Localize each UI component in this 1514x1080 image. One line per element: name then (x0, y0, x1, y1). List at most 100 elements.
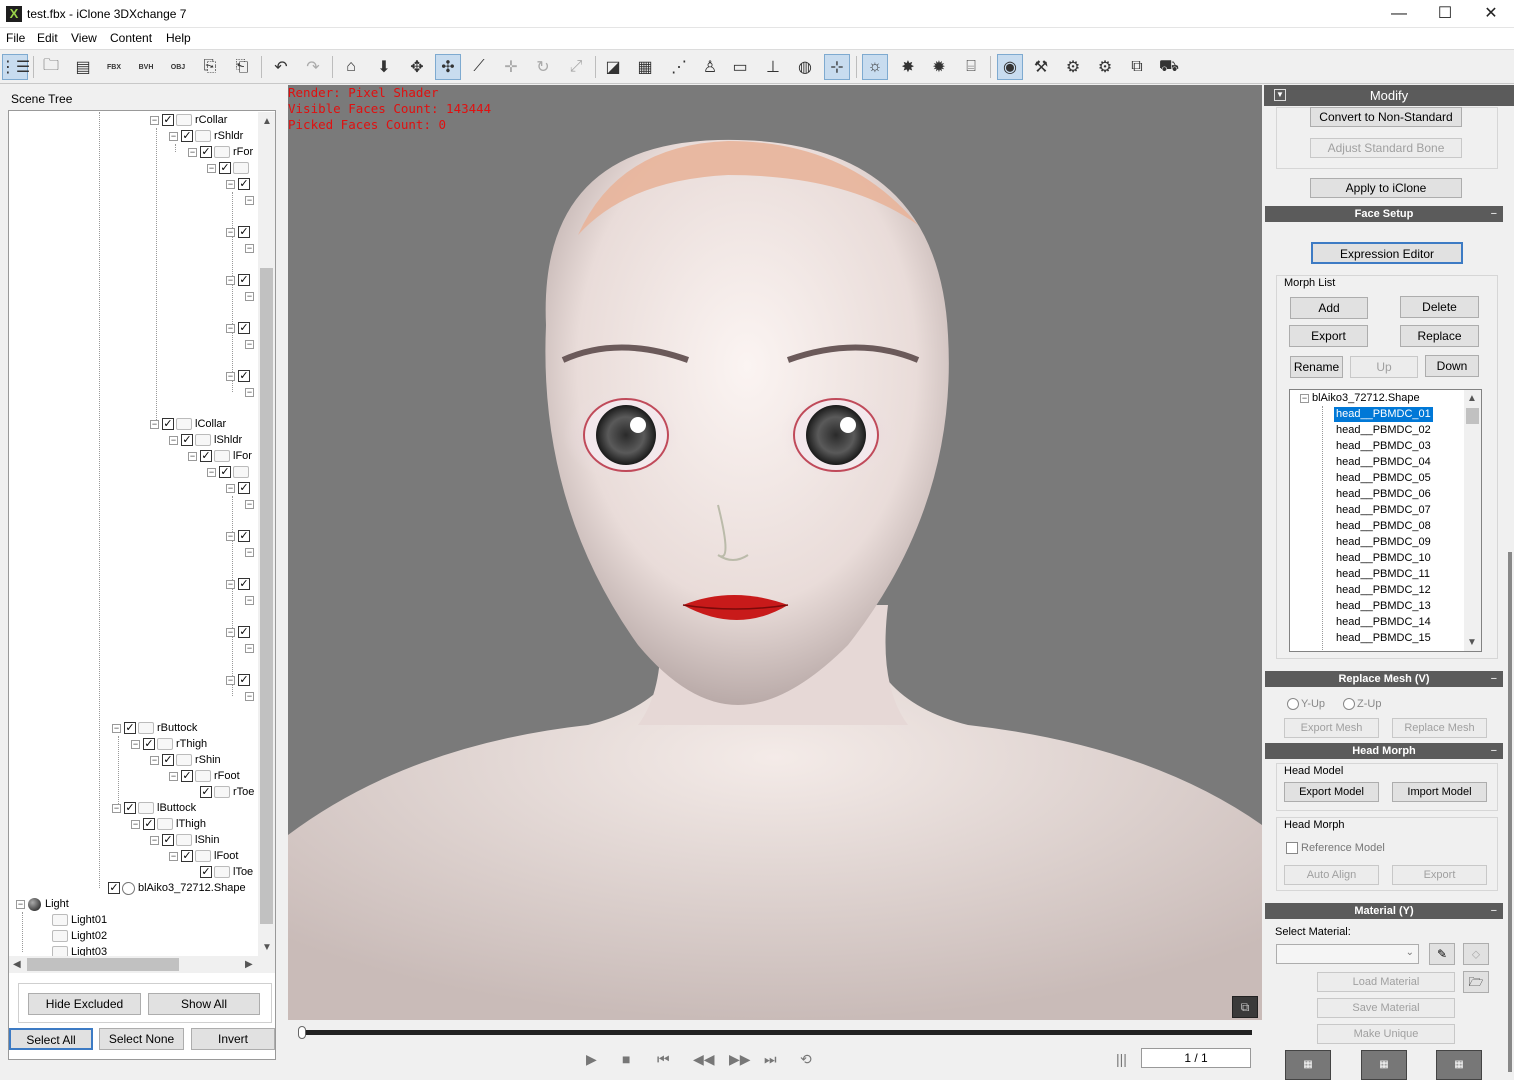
z-up-radio[interactable] (1343, 698, 1355, 710)
collapse-icon[interactable]: − (112, 803, 121, 813)
collapse-icon[interactable]: − (245, 643, 254, 653)
export-mesh-button[interactable]: Export Mesh (1284, 718, 1379, 738)
collapse-icon[interactable]: − (245, 339, 254, 349)
face-setup-header[interactable]: Face Setup − (1265, 206, 1503, 222)
scroll-up-icon[interactable]: ▲ (1467, 393, 1477, 404)
morph-item[interactable]: head__PBMDC_10 (1334, 551, 1433, 566)
collapse-icon[interactable]: − (226, 227, 235, 237)
spotlight-icon[interactable]: ✸ (895, 54, 921, 80)
morph-item[interactable]: head__PBMDC_13 (1334, 599, 1433, 614)
collapse-icon[interactable]: − (207, 163, 216, 173)
tree-node[interactable]: − ✓ rButtock (112, 720, 197, 736)
sphere-icon[interactable]: ◍ (792, 54, 818, 80)
previous-frame-icon[interactable]: ⏮ (657, 1051, 670, 1068)
tree-node[interactable]: − ✓ (226, 480, 252, 496)
collapse-icon[interactable]: − (169, 131, 178, 141)
collapse-icon[interactable]: − (131, 739, 140, 749)
select-all-button[interactable]: Select All (9, 1028, 93, 1050)
adjust-standard-bone-button[interactable]: Adjust Standard Bone (1310, 138, 1462, 158)
convert-icon[interactable]: ⚙ (1092, 54, 1118, 80)
morph-item[interactable]: head__PBMDC_12 (1334, 583, 1433, 598)
collapse-icon[interactable]: − (245, 243, 254, 253)
tree-node[interactable]: − ✓ (226, 576, 252, 592)
move-up-button[interactable]: Up (1350, 356, 1418, 378)
modify-panel-scroll-thumb[interactable] (1508, 552, 1512, 1072)
auto-align-button[interactable]: Auto Align (1284, 865, 1379, 885)
scroll-right-icon[interactable]: ▶ (245, 959, 253, 970)
tree-node[interactable]: − ✓ (226, 624, 252, 640)
replace-mesh-header[interactable]: Replace Mesh (V) − (1265, 671, 1503, 687)
rename-morph-button[interactable]: Rename (1290, 356, 1343, 378)
checkbox-checked-icon[interactable]: ✓ (238, 226, 250, 238)
scroll-up-icon[interactable]: ▲ (262, 116, 272, 127)
material-thumbnail[interactable]: ▦ (1361, 1050, 1407, 1080)
morph-item[interactable]: head__PBMDC_08 (1334, 519, 1433, 534)
tree-node[interactable]: − (245, 544, 257, 560)
collapse-icon[interactable]: − (245, 499, 254, 509)
characterize-icon[interactable]: ⚙ (1060, 54, 1086, 80)
wrench-icon[interactable]: ⚒ (1028, 54, 1054, 80)
tree-node[interactable]: − ✓ (226, 368, 252, 384)
open-material-icon[interactable]: 🗁 (1463, 971, 1489, 993)
convert-to-non-standard-button[interactable]: Convert to Non-Standard (1310, 107, 1462, 127)
material-header[interactable]: Material (Y) − (1265, 903, 1503, 919)
sun-icon[interactable]: ✹ (926, 54, 952, 80)
tree-node[interactable]: − (245, 384, 257, 400)
menu-view[interactable]: View (71, 31, 97, 45)
tree-node[interactable]: − ✓ (226, 672, 252, 688)
timeline-handle[interactable] (298, 1026, 306, 1039)
replace-mesh-button[interactable]: Replace Mesh (1392, 718, 1487, 738)
collapse-icon[interactable]: − (112, 723, 121, 733)
checkbox-checked-icon[interactable]: ✓ (200, 450, 212, 462)
frame-counter[interactable]: 1 / 1 (1141, 1048, 1251, 1068)
tree-node[interactable]: − (245, 336, 257, 352)
collapse-icon[interactable]: − (226, 579, 235, 589)
3d-viewport[interactable]: Render: Pixel Shader Visible Faces Count… (288, 85, 1262, 1020)
checkbox-checked-icon[interactable]: ✓ (238, 322, 250, 334)
collapse-icon[interactable]: − (226, 179, 235, 189)
morph-item[interactable]: head__PBMDC_07 (1334, 503, 1433, 518)
pick-icon[interactable]: ⟋ (466, 54, 492, 80)
scroll-down-icon[interactable]: ▼ (1467, 637, 1477, 648)
collapse-icon[interactable]: − (169, 851, 178, 861)
collapse-icon[interactable]: − (150, 419, 159, 429)
collapse-icon[interactable]: − (188, 147, 197, 157)
home-icon[interactable]: ⌂ (338, 54, 364, 80)
collapse-icon[interactable]: − (245, 291, 254, 301)
tree-node[interactable]: − ✓ rShldr (169, 128, 243, 144)
rotate-icon[interactable]: ↻ (530, 54, 556, 80)
tree-node-shape[interactable]: ✓ blAiko3_72712.Shape (108, 880, 246, 896)
head-morph-header[interactable]: Head Morph − (1265, 743, 1503, 759)
tree-node-light01[interactable]: Light01 (52, 912, 107, 928)
tree-node[interactable]: ✓ lToe (200, 864, 253, 880)
material-thumbnail[interactable]: ▦ (1285, 1050, 1331, 1080)
collapse-icon[interactable]: − (245, 691, 254, 701)
eyedropper-icon[interactable]: ✎ (1429, 943, 1455, 965)
expression-editor-button[interactable]: Expression Editor (1311, 242, 1463, 264)
collapse-icon[interactable]: − (150, 835, 159, 845)
collapse-icon[interactable]: − (245, 595, 254, 605)
tree-node[interactable]: − ✓ rThigh (131, 736, 207, 752)
export-model-button[interactable]: Export Model (1284, 782, 1379, 802)
tree-node[interactable]: − (245, 288, 257, 304)
tree-node[interactable]: − ✓ lThigh (131, 816, 206, 832)
fit-view-icon[interactable]: ⊹ (824, 54, 850, 80)
pan-icon[interactable]: ✛ (498, 54, 524, 80)
checkbox-checked-icon[interactable]: ✓ (238, 674, 250, 686)
undo-icon[interactable]: ↶ (268, 54, 294, 80)
collapse-icon[interactable]: − (150, 115, 159, 125)
tree-node[interactable]: − (245, 496, 257, 512)
checkbox-checked-icon[interactable]: ✓ (143, 738, 155, 750)
tree-node[interactable]: − ✓ rFor (188, 144, 253, 160)
collapse-icon[interactable]: − (226, 627, 235, 637)
import-bvh-icon[interactable]: BVH (133, 54, 159, 80)
collapse-icon[interactable]: − (226, 531, 235, 541)
rotate-tool-icon[interactable]: ✣ (435, 54, 461, 80)
paint-bucket-icon[interactable]: ⬦ (1463, 943, 1489, 965)
checkbox-checked-icon[interactable]: ✓ (162, 418, 174, 430)
checkbox-checked-icon[interactable]: ✓ (181, 850, 193, 862)
bone-icon[interactable]: ⋰ (666, 54, 692, 80)
tree-node[interactable]: − (245, 240, 257, 256)
globe-icon[interactable]: ◉ (997, 54, 1023, 80)
tree-node[interactable]: − ✓ rFoot (169, 768, 240, 784)
